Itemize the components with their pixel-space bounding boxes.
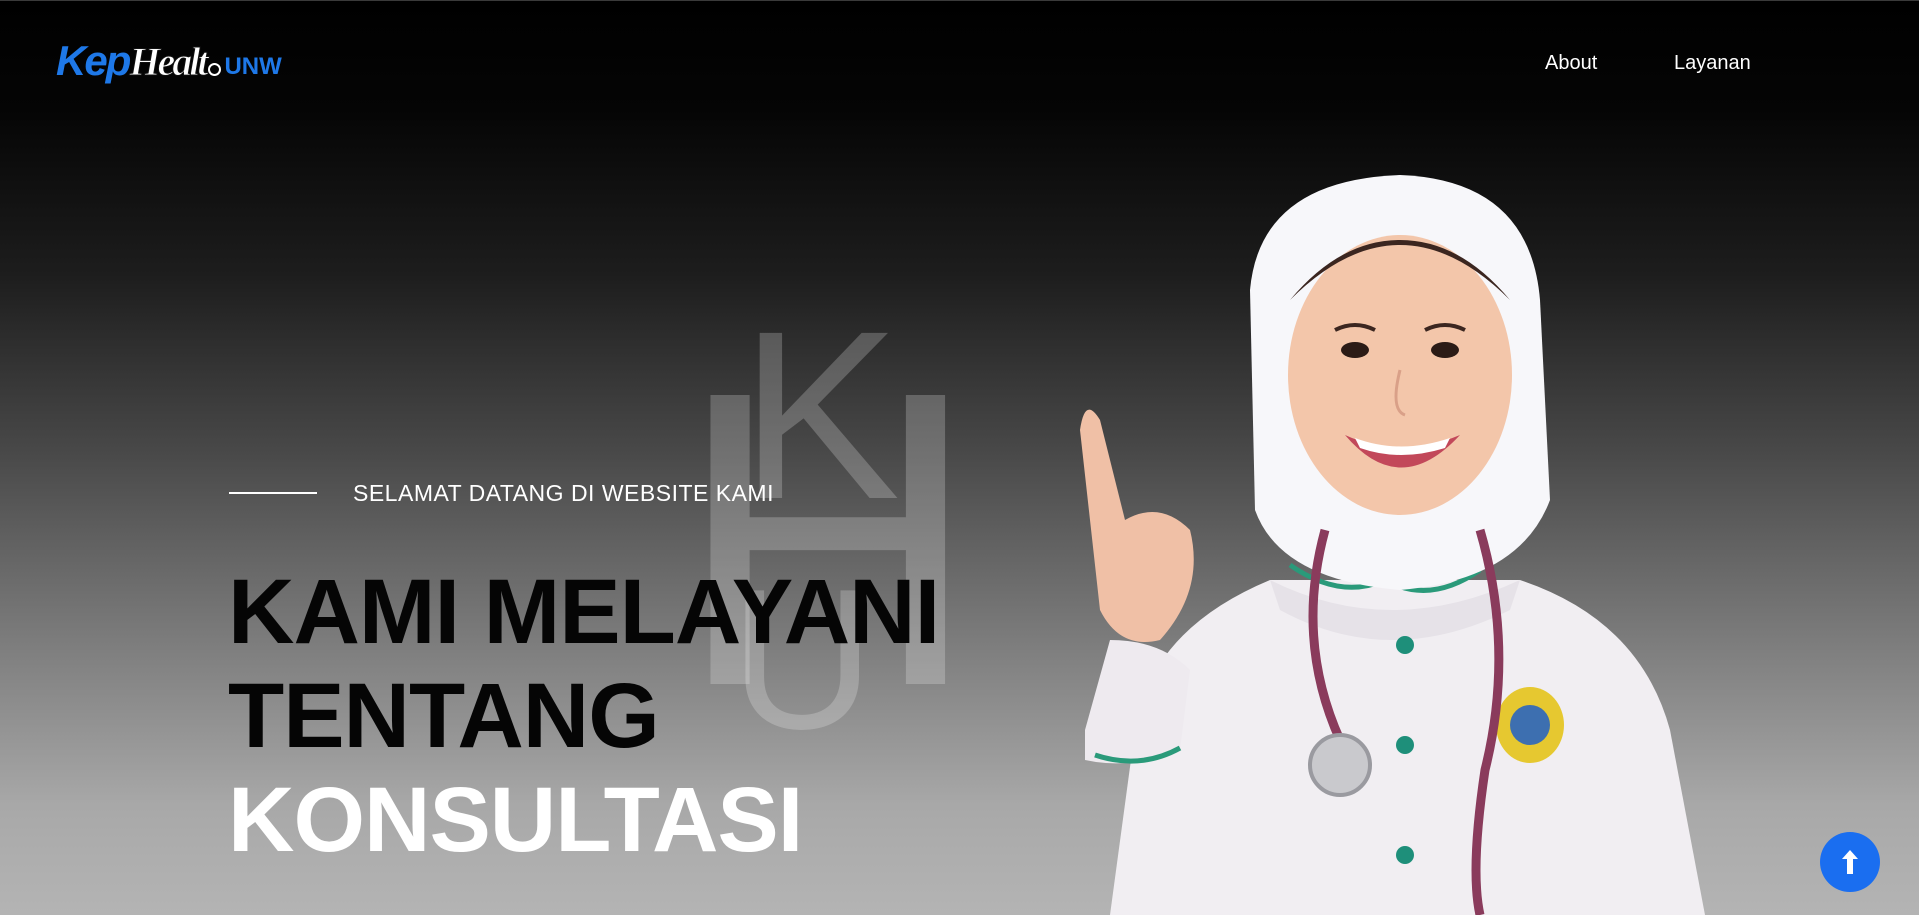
back-to-top-button[interactable] (1820, 832, 1880, 892)
logo-kep: Kep (56, 37, 131, 84)
nav-link-layanan[interactable]: Layanan (1674, 52, 1751, 75)
logo-unw: UNW (224, 53, 282, 80)
logo-healt: Healt (129, 39, 209, 84)
hero-title-line3: KONSULTASI (228, 769, 803, 871)
site-logo[interactable]: Kep Healt UNW (56, 30, 282, 84)
hero-title: KAMI MELAYANI TENTANG KONSULTASI (228, 560, 940, 872)
hero-title-line2: TENTANG (228, 665, 660, 767)
top-border (0, 0, 1919, 1)
arrow-up-icon (1842, 850, 1858, 874)
hero-subtitle: SELAMAT DATANG DI WEBSITE KAMI (353, 480, 774, 506)
hero-title-line1: KAMI MELAYANI (228, 561, 940, 663)
subtitle-divider (229, 492, 317, 494)
nurse-photo (1080, 175, 1705, 915)
logo-dot-icon (208, 63, 222, 76)
nav-link-about[interactable]: About (1545, 52, 1597, 75)
